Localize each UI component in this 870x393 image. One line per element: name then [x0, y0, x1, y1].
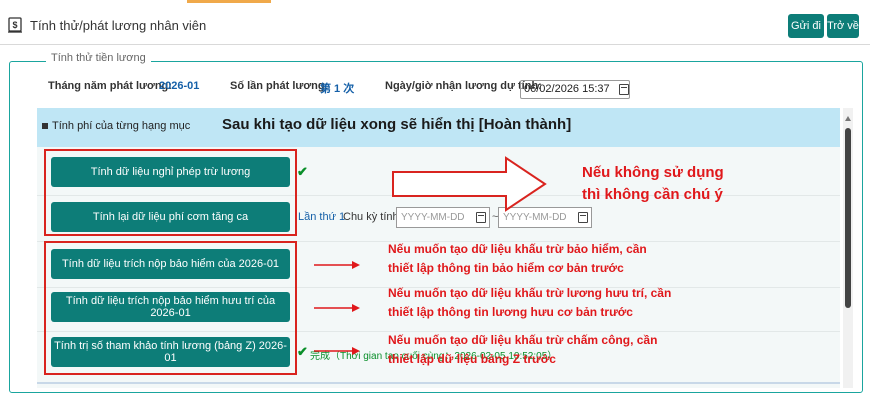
pension-note-line1: Nếu muốn tạo dữ liệu khấu trừ lương hưu …: [388, 286, 672, 300]
z-table-calc-button[interactable]: Tính trị số tham khảo tính lương (bảng Z…: [51, 337, 290, 367]
page-title: Tính thử/phát lương nhân viên: [30, 18, 207, 33]
meal-times-link[interactable]: Lần thứ 1: [298, 211, 345, 223]
skip-note-line1: Nếu không sử dụng: [582, 164, 724, 181]
z-note-line2: thiết lập dữ liệu bảng Z trước: [388, 352, 556, 366]
back-button[interactable]: Trở về: [827, 14, 859, 38]
calendar-icon[interactable]: [619, 84, 629, 95]
done-check-icon: ✔: [297, 344, 308, 359]
section-legend: Tính thử tiền lương: [46, 52, 151, 64]
insurance-calc-button[interactable]: Tính dữ liệu trích nộp bảo hiểm của 2026…: [51, 249, 290, 279]
pension-note-line2: thiết lập thông tin lương hưu cơ bản trư…: [388, 305, 633, 319]
calendar-icon[interactable]: [578, 212, 588, 223]
send-button[interactable]: Gửi đi: [788, 14, 824, 38]
red-arrow-icon: [314, 261, 360, 269]
expected-date-value: 06/02/2026 15:37: [524, 83, 610, 95]
dollar-document-icon: $: [8, 17, 22, 33]
header-divider: [0, 44, 870, 45]
insurance-note-line1: Nếu muốn tạo dữ liệu khấu trừ bảo hiểm, …: [388, 242, 647, 256]
red-arrow-icon: [314, 304, 360, 312]
count-value: 第 1 次: [320, 83, 355, 95]
completion-note: Sau khi tạo dữ liệu xong sẽ hiển thị [Ho…: [222, 116, 572, 133]
items-header-label: Tính phí của từng hạng mục: [52, 120, 191, 132]
expected-date-input[interactable]: 06/02/2026 15:37: [520, 80, 630, 99]
red-arrow-icon: [314, 347, 360, 355]
z-note-line1: Nếu muốn tạo dữ liệu khấu trừ chấm công,…: [388, 333, 658, 347]
square-bullet-icon: [42, 123, 48, 129]
hollow-arrow-icon: [392, 156, 547, 212]
scroll-up-arrow-icon[interactable]: [845, 116, 851, 121]
month-value: 2026-01: [159, 80, 200, 92]
scrollbar-thumb[interactable]: [845, 128, 851, 308]
done-check-icon: ✔: [297, 164, 308, 179]
panel-bottom-border: [37, 382, 840, 384]
count-label: Số lần phát lương:: [230, 80, 329, 92]
skip-note-line2: thì không cần chú ý: [582, 186, 723, 203]
leave-deduction-button[interactable]: Tính dữ liệu nghỉ phép trừ lương: [51, 157, 290, 187]
month-label: Tháng năm phát lương:: [48, 80, 172, 92]
date-label: Ngày/giờ nhận lương dự tính:: [385, 80, 542, 92]
svg-text:$: $: [12, 20, 17, 30]
page-header: $ Tính thử/phát lương nhân viên Gửi đi T…: [0, 0, 870, 44]
insurance-note-line2: thiết lập thông tin bảo hiểm cơ bản trướ…: [388, 261, 624, 275]
pension-calc-button[interactable]: Tính dữ liệu trích nộp bảo hiểm hưu trí …: [51, 292, 290, 322]
meal-fee-recalc-button[interactable]: Tính lại dữ liệu phí cơm tăng ca: [51, 202, 290, 232]
